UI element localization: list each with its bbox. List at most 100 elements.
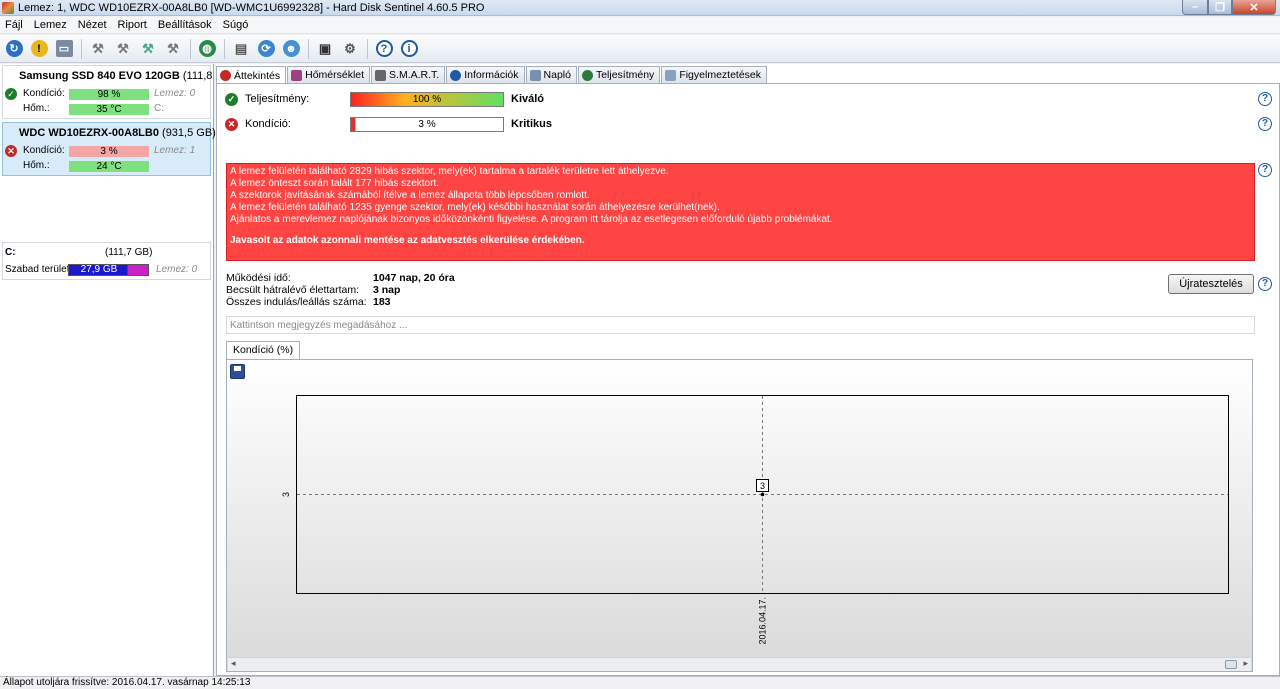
scroll-left-icon[interactable]: ◂ [231,658,236,669]
tab-performance[interactable]: Teljesítmény [577,66,661,83]
performance-row: ✓ Teljesítmény: 100 % Kiváló [225,90,1275,108]
tab-temperature[interactable]: Hőmérséklet [287,66,371,83]
retest-button[interactable]: Újratesztelés [1168,274,1254,294]
toolbar-separator [224,38,225,59]
close-button[interactable]: ✕ [1232,0,1276,15]
health-label: Kondíció: [23,145,65,156]
alert-line: A lemez önteszt során talált 177 hibás s… [230,178,439,189]
performance-bar: 100 % [350,91,504,107]
temp-bar: 24 °C [69,161,149,172]
help-icon[interactable]: ? [1258,277,1272,291]
volume-item-c[interactable]: C: (111,7 GB) Szabad terület 27,9 GB Lem… [2,242,211,280]
settings-icon[interactable]: ⚙ [339,38,361,60]
app-icon [2,1,14,14]
alert-line: A lemez felületén található 2829 hibás s… [230,166,669,177]
x-tick-label: 2016.04.17. [758,597,768,645]
temp-label: Hőm.: [23,103,50,114]
horizontal-scrollbar[interactable]: ◂ ▸ [228,657,1251,671]
test-icon[interactable]: ⚒ [87,38,109,60]
temp-bar: 35 °C [69,104,149,115]
help-icon[interactable]: ? [373,38,395,60]
health-bar: 3 % [350,116,504,132]
menu-settings[interactable]: Beállítások [153,19,218,31]
remaining-row: Becsült hátralévő élettartam: 3 nap [226,284,401,296]
minimize-button[interactable]: – [1182,0,1208,15]
menu-disk[interactable]: Lemez [29,19,73,31]
test-icon[interactable]: ⚒ [112,38,134,60]
title-bar: Lemez: 1, WDC WD10EZRX-00A8LB0 [WD-WMC1U… [0,0,1280,16]
health-bar: 98 % [69,89,149,100]
scroll-thumb[interactable] [1225,660,1237,669]
overview-content: ✓ Teljesítmény: 100 % Kiváló ? ✕ Kondíci… [216,83,1280,676]
startstop-row: Összes indulás/leállás száma: 183 [226,296,391,308]
status-bar: Állapot utoljára frissítve: 2016.04.17. … [0,676,1280,688]
error-icon: ✕ [5,145,17,157]
ok-icon: ✓ [5,88,17,100]
test-icon[interactable]: ⚒ [137,38,159,60]
health-bar: 3 % [69,146,149,157]
tab-log[interactable]: Napló [525,66,577,83]
temp-label: Hőm.: [23,160,50,171]
disk-list-panel: Samsung SSD 840 EVO 120GB (111,8 GB) ✓ K… [0,64,235,676]
error-icon: ✕ [225,117,238,131]
help-icon[interactable]: ? [1258,92,1272,106]
toolbar-separator [190,38,191,59]
tab-smart[interactable]: S.M.A.R.T. [371,66,446,83]
refresh-icon[interactable]: ↻ [3,38,25,60]
toolbar: ↻ ! ▭ ⚒ ⚒ ⚒ ⚒ ◍ ▤ ⟳ ☻ ▣ ⚙ ? i [0,35,1280,63]
config-icon[interactable]: ▣ [314,38,336,60]
health-graph-panel: 3 2016.04.17. 3 ◂ ▸ [226,359,1253,672]
uptime-row: Működési idő: 1047 nap, 20 óra [226,272,455,284]
sync-icon[interactable]: ⟳ [255,38,277,60]
main-panel: Áttekintés Hőmérséklet S.M.A.R.T. Inform… [216,64,1280,676]
disk-name: Samsung SSD 840 EVO 120GB (111,8 GB) [19,70,236,82]
health-label: Kondíció: [23,88,65,99]
disk-item-wdc[interactable]: WDC WD10EZRX-00A8LB0 (931,5 GB) ✕ Kondíc… [2,122,216,176]
menu-report[interactable]: Riport [113,19,153,31]
help-icon[interactable]: ? [1258,163,1272,177]
menu-view[interactable]: Nézet [73,19,113,31]
disk-name: WDC WD10EZRX-00A8LB0 (931,5 GB) [19,127,216,139]
maximize-button[interactable]: ❐ [1208,0,1232,15]
toolbar-separator [308,38,309,59]
health-chart: 3 2016.04.17. 3 [281,396,1228,645]
scroll-right-icon[interactable]: ▸ [1243,658,1248,669]
volume-size: (111,7 GB) [105,247,153,258]
menu-help[interactable]: Súgó [218,19,255,31]
disk-icon[interactable]: ▭ [53,38,75,60]
alert-line: A szektorok javításának számából ítélve … [230,190,590,201]
globe-icon[interactable]: ◍ [196,38,218,60]
free-space-bar: 27,9 GB [68,264,149,276]
tab-information[interactable]: Információk [446,66,525,83]
tab-alerts[interactable]: Figyelmeztetések [661,66,768,83]
free-space-label: Szabad terület [5,264,70,275]
tab-overview[interactable]: Áttekintés [216,66,287,84]
disk-index: Lemez: 0 [154,88,196,99]
disk-index: Lemez: 1 [154,145,196,156]
disk-item-samsung[interactable]: Samsung SSD 840 EVO 120GB (111,8 GB) ✓ K… [2,65,235,119]
data-point [760,492,765,497]
tab-graph-health[interactable]: Kondíció (%) [226,341,301,359]
help-icon[interactable]: ? [1258,117,1272,131]
menu-bar: Fájl Lemez Nézet Riport Beállítások Súgó [0,17,1280,34]
volume-name: C: [5,247,16,258]
test-icon[interactable]: ⚒ [162,38,184,60]
report-icon[interactable]: ▤ [230,38,252,60]
user-icon[interactable]: ☻ [280,38,302,60]
toolbar-separator [81,38,82,59]
menu-file[interactable]: Fájl [0,19,29,31]
health-label: Kondíció: [245,118,291,130]
info-icon[interactable]: i [398,38,420,60]
health-row: ✕ Kondíció: 3 % Kritikus [225,115,1275,133]
volume-disk-index: Lemez: 0 [156,264,198,275]
note-input[interactable]: Kattintson megjegyzés megadásához ... [226,316,1255,334]
alert-line: Ajánlatos a merevlemez naplójának bizony… [230,214,833,225]
tab-bar: Áttekintés Hőmérséklet S.M.A.R.T. Inform… [216,66,768,84]
drive-letter: C: [154,103,164,114]
performance-rating: Kiváló [511,93,545,105]
ok-icon: ✓ [225,92,238,106]
y-tick-label: 3 [281,492,291,497]
window-title: Lemez: 1, WDC WD10EZRX-00A8LB0 [WD-WMC1U… [18,1,485,14]
data-label: 3 [760,481,765,491]
warning-icon[interactable]: ! [28,38,50,60]
